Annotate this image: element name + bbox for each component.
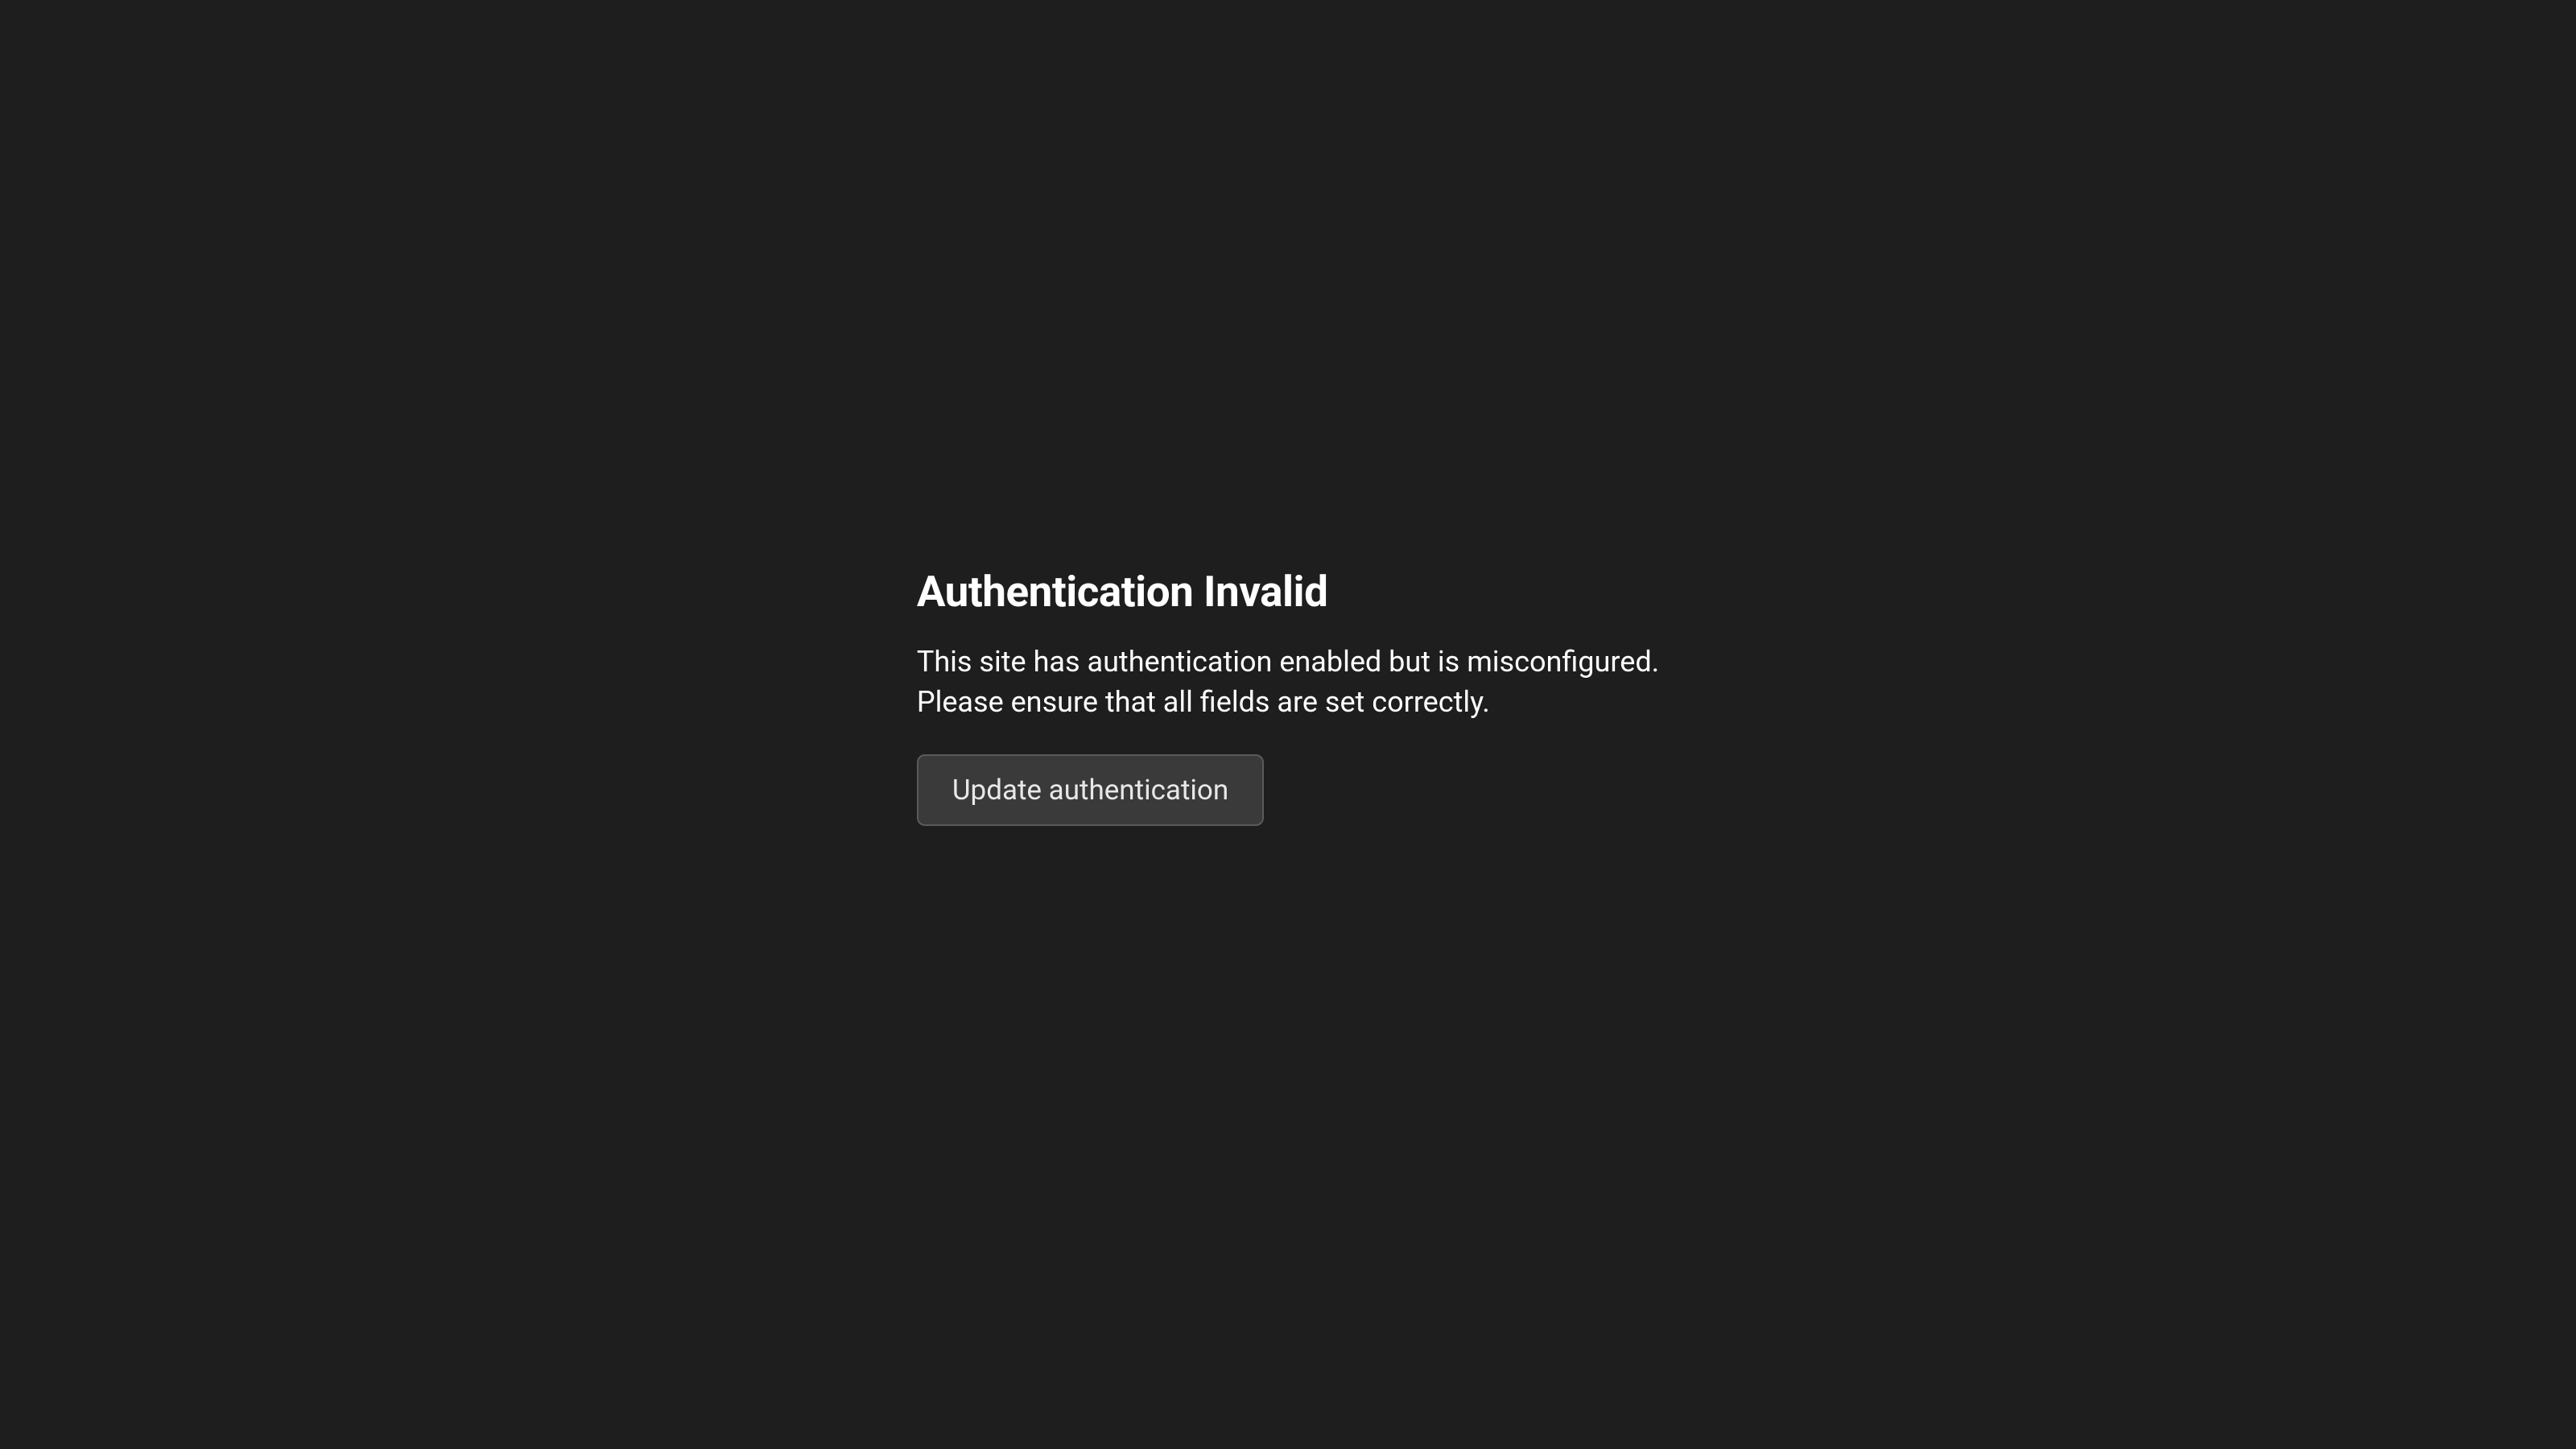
error-message-container: Authentication Invalid This site has aut… <box>917 567 1659 826</box>
update-authentication-button[interactable]: Update authentication <box>917 754 1264 826</box>
error-description-line1: This site has authentication enabled but… <box>917 645 1659 679</box>
error-description-line2: Please ensure that all fields are set co… <box>917 685 1490 719</box>
error-description: This site has authentication enabled but… <box>917 642 1659 722</box>
error-title: Authentication Invalid <box>917 567 1328 617</box>
